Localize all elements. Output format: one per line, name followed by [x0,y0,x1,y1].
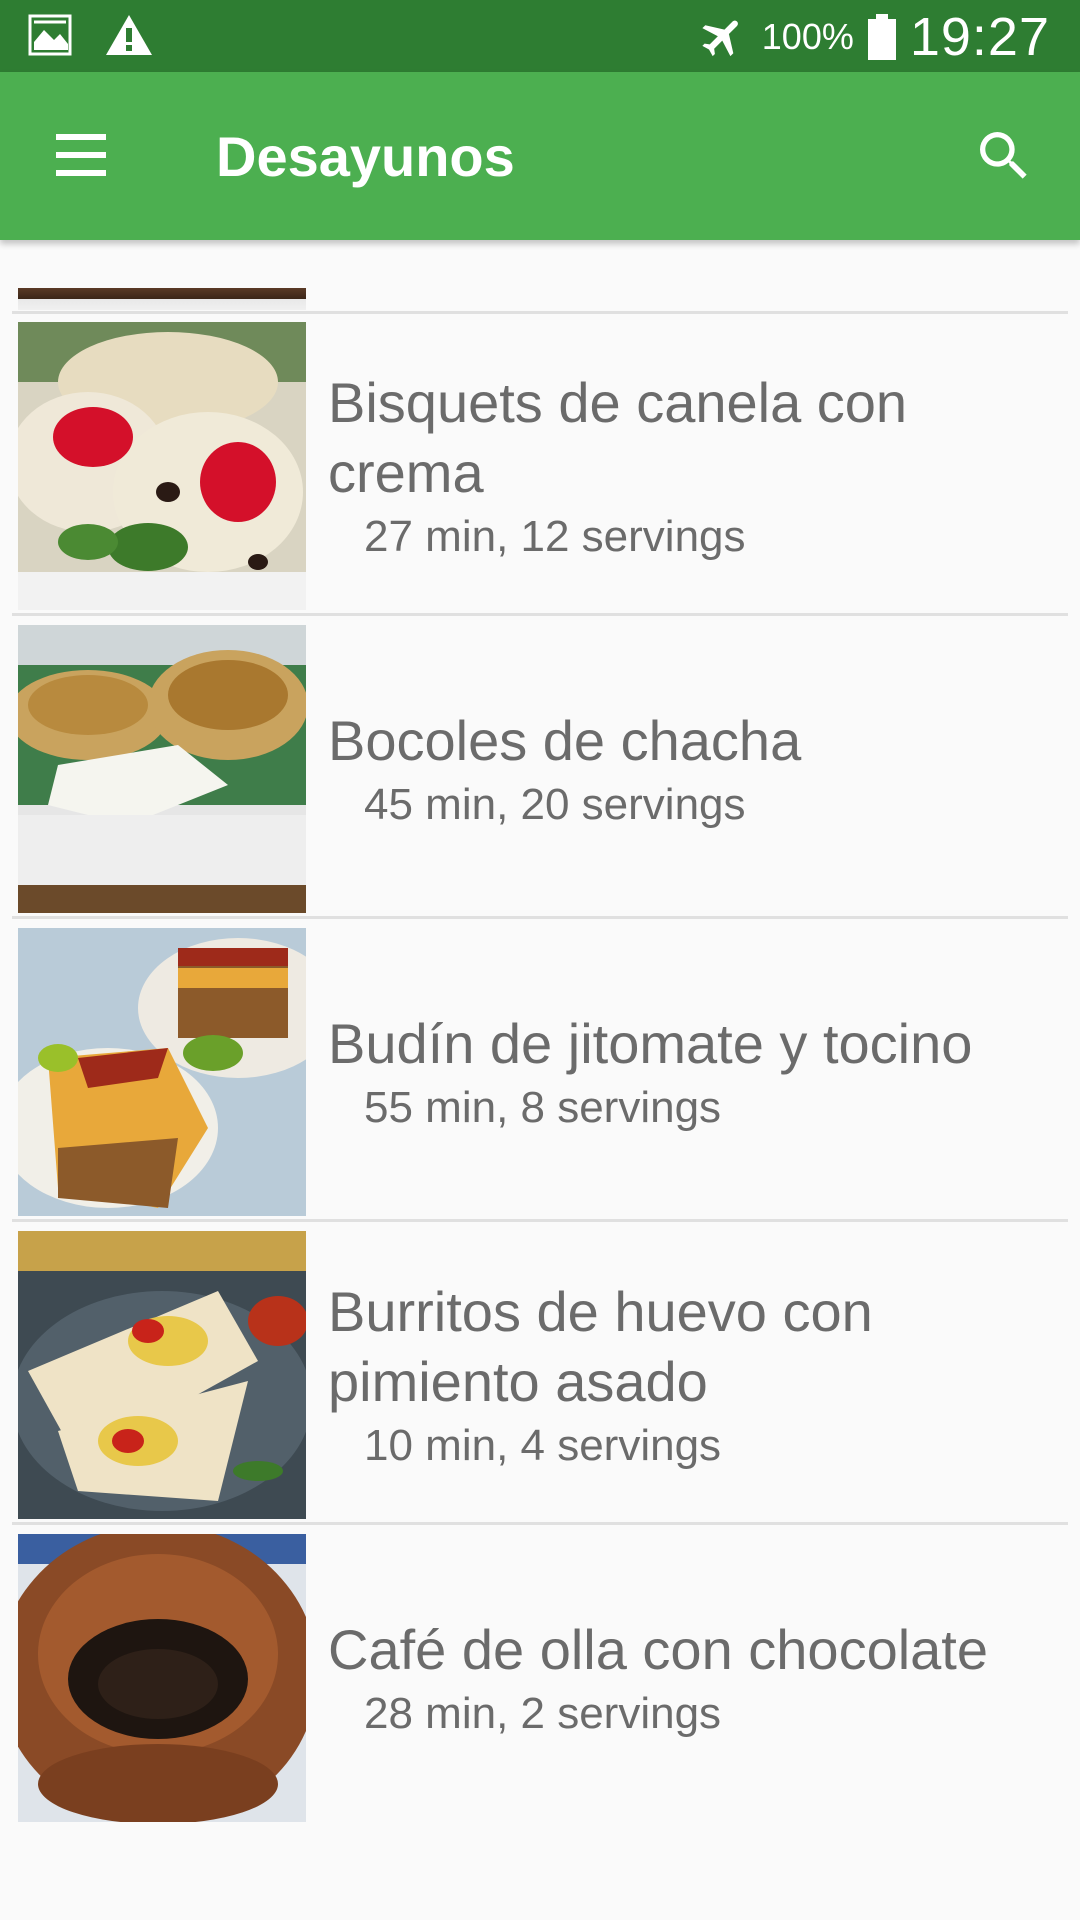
battery-icon [867,14,896,60]
recipe-thumbnail [18,288,306,310]
recipe-subtitle: 28 min, 2 servings [364,1689,722,1738]
recipe-subtitle: 45 min, 20 servings [364,780,746,829]
recipe-thumbnail [18,1231,306,1519]
recipe-title: Bocoles de chacha [328,709,802,772]
page-title: Desayunos [216,125,515,188]
status-bar: 100% 19:27 [0,0,1080,72]
recipe-subtitle: 55 min, 8 servings [364,1083,722,1132]
recipe-thumbnail [18,1534,306,1822]
recipe-title: Budín de jitomate y tocino [328,1012,973,1075]
recipe-text: Budín de jitomate y tocino 55 min, 8 ser… [328,920,1048,1222]
image-icon [28,14,72,56]
list-item[interactable]: Burritos de huevo con pimiento asado 10 … [12,1223,1068,1525]
recipe-title: Burritos de huevo con pimiento asado [328,1280,873,1413]
recipe-text: Bocoles de chacha 45 min, 20 servings [328,617,1048,919]
airplane-icon [702,20,738,57]
recipe-text: Bisquets de canela con crema 27 min, 12 … [328,314,1048,616]
recipe-text: Burritos de huevo con pimiento asado 10 … [328,1223,1048,1525]
recipe-title: Café de olla con chocolate [328,1618,988,1681]
recipe-thumbnail [18,322,306,610]
clock: 19:27 [909,7,1050,67]
list-item[interactable]: Bisquets de canela con crema 27 min, 12 … [12,314,1068,616]
recipe-title: Bisquets de canela con crema [328,371,908,504]
warning-icon [106,15,152,55]
list-item[interactable]: Budín de jitomate y tocino 55 min, 8 ser… [12,920,1068,1222]
list-item-partial[interactable] [12,240,1068,314]
menu-icon[interactable] [50,126,110,186]
app-bar: Desayunos [0,72,1080,240]
battery-percent: 100% [761,16,854,57]
search-icon[interactable] [972,124,1036,188]
recipe-thumbnail [18,928,306,1216]
list-item[interactable]: Bocoles de chacha 45 min, 20 servings [12,617,1068,919]
recipe-subtitle: 27 min, 12 servings [364,512,746,561]
recipe-subtitle: 10 min, 4 servings [364,1421,722,1470]
recipe-text: Café de olla con chocolate 28 min, 2 ser… [328,1526,1048,1828]
recipe-thumbnail [18,625,306,913]
list-item[interactable]: Café de olla con chocolate 28 min, 2 ser… [12,1526,1068,1828]
